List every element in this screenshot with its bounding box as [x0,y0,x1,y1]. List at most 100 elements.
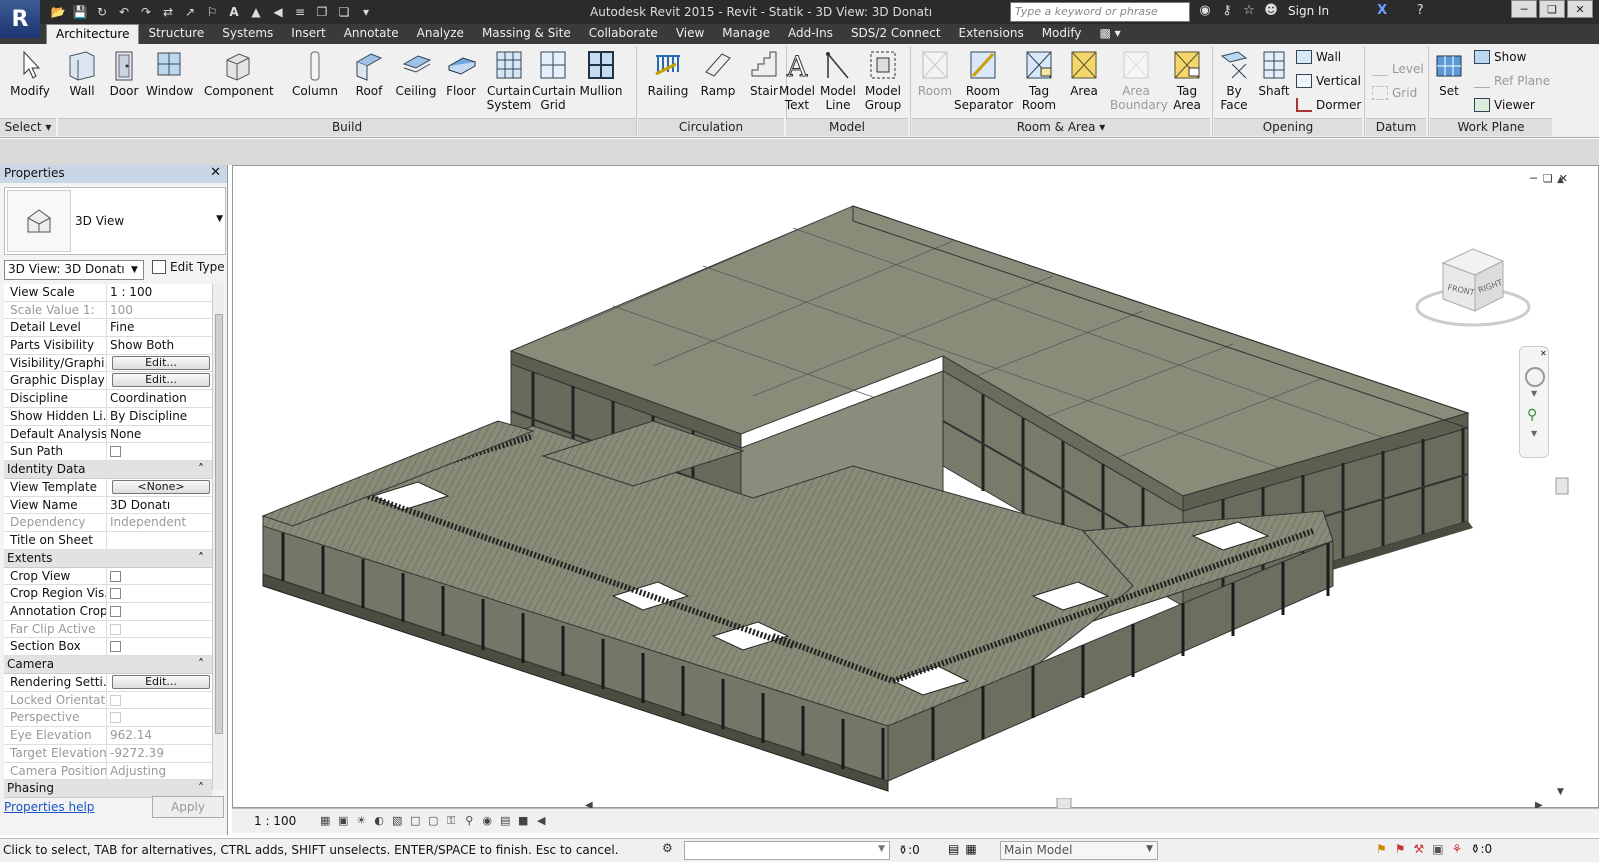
curtain-grid-button[interactable]: Curtain Grid [532,48,576,112]
property-checkbox[interactable] [110,570,121,582]
tab-sds2-connect[interactable]: SDS/2 Connect [842,24,950,44]
rendering-icon[interactable]: ▧ [388,814,406,828]
close-icon[interactable]: ✕ [1567,0,1593,18]
viewer-button[interactable]: Viewer [1474,98,1535,112]
show-workplane-button[interactable]: Show [1474,50,1526,64]
sun-path-icon[interactable]: ☀ [352,814,370,828]
select-pinned-icon[interactable]: ⚒ [1414,842,1425,856]
restore-icon[interactable]: ❏ [1539,0,1565,18]
group-extents[interactable]: Extents ˄ [4,549,212,568]
ceiling-button[interactable]: Ceiling [394,48,438,98]
shaft-button[interactable]: Shaft [1254,48,1294,98]
tab-view[interactable]: View [667,24,713,44]
area-button[interactable]: Area [1064,48,1104,98]
viewcube[interactable]: FRONT RIGHT [1413,241,1533,331]
redo-icon[interactable]: ↷ [136,3,156,21]
column-button[interactable]: Column [290,48,340,98]
chevron-left-icon[interactable]: ◀ [532,814,550,828]
key-icon[interactable]: ⚷ [1218,3,1236,18]
section-icon[interactable]: ◀ [268,3,288,21]
thin-lines-icon[interactable]: ≡ [290,3,310,21]
door-button[interactable]: Door [106,48,142,98]
exclude-options-icon[interactable]: ▦ [965,842,976,856]
tab-collaborate[interactable]: Collaborate [580,24,667,44]
scrollbar-thumb[interactable] [215,314,223,734]
panel-select[interactable]: Select ▾ [0,118,56,136]
switch-windows-icon[interactable]: ❏ [334,3,354,21]
property-value[interactable]: Show Both [107,337,212,354]
tab-insert[interactable]: Insert [282,24,334,44]
collapse-icon[interactable]: ˄ [198,656,204,673]
property-checkbox[interactable] [110,641,121,653]
user-icon[interactable]: ☻ [1262,3,1280,18]
close-hidden-icon[interactable]: ❐ [312,3,332,21]
sync-icon[interactable]: ↻ [92,3,112,21]
dimension-icon[interactable]: ↗ [180,3,200,21]
curtain-system-button[interactable]: Curtain System [486,48,532,112]
panel-room-area[interactable]: Room & Area ▾ [912,118,1210,136]
vertical-scrollbar[interactable]: ▲ ▼ [1555,172,1569,797]
room-separator-button[interactable]: Room Separator [954,48,1013,112]
workset-dropdown[interactable]: ▼ [684,841,890,860]
modify-button[interactable]: Modify [8,48,52,98]
3d-viewport[interactable]: ─ ❏ ✕ FRONT RIGHT ✕ ▼ ⚲ ▼ ◀ ▶ ▲ ▼ [232,165,1599,810]
property-value[interactable] [107,532,212,549]
instance-selector[interactable]: 3D View: 3D Donatı [4,260,144,280]
tab-structure[interactable]: Structure [139,24,213,44]
tab-annotate[interactable]: Annotate [335,24,408,44]
worksets-icon[interactable]: ⚙ [662,841,682,859]
save-icon[interactable]: 💾 [70,3,90,21]
default-3d-icon[interactable]: ▲ [246,3,266,21]
undo-icon[interactable]: ↶ [114,3,134,21]
hide-isolate-icon[interactable]: ⚲ [460,814,478,828]
group-identity-data[interactable]: Identity Data ˄ [4,460,212,479]
reveal-hidden-icon[interactable]: ◉ [478,814,496,828]
property-value[interactable]: By Discipline [107,408,212,425]
show-crop-icon[interactable]: ▢ [424,814,442,828]
property-value[interactable]: Coordination [107,390,212,407]
tab-systems[interactable]: Systems [213,24,282,44]
property-checkbox[interactable] [110,606,121,617]
tab-modify[interactable]: Modify [1033,24,1091,44]
design-options-icon[interactable]: ▤ [948,842,959,856]
tab-extensions[interactable]: Extensions [950,24,1033,44]
chevron-down-icon[interactable]: ▼ [1531,429,1537,438]
model-line-button[interactable]: Model Line [818,48,858,112]
binoculars-icon[interactable]: ◉ [1196,3,1214,18]
collapse-icon[interactable]: ˄ [198,550,204,567]
room-button[interactable]: Room [914,48,956,98]
open-icon[interactable]: 📂 [48,3,68,21]
property-value[interactable]: 1 : 100 [107,284,212,301]
sign-in-link[interactable]: Sign In [1288,4,1329,18]
tag-room-button[interactable]: Tag Room [1018,48,1060,112]
by-face-button[interactable]: By Face [1214,48,1254,112]
wall-opening-button[interactable]: Wall [1296,50,1341,64]
model-group-button[interactable]: Model Group [862,48,904,112]
shadows-icon[interactable]: ◐ [370,814,388,828]
text-icon[interactable]: A [224,3,244,21]
editable-only-indicator[interactable]: ⚱:0 [898,843,920,857]
properties-scrollbar[interactable] [212,284,224,790]
select-underlay-icon[interactable]: ⚑ [1395,842,1406,856]
type-selector[interactable]: 3D View ▼ [4,187,226,255]
exchange-icon[interactable]: X [1373,3,1391,18]
area-boundary-button[interactable]: Area Boundary [1110,48,1168,112]
apply-button[interactable]: Apply [152,796,224,818]
star-icon[interactable]: ☆ [1240,3,1258,18]
group-camera[interactable]: Camera ˄ [4,656,212,675]
close-icon[interactable]: ✕ [1540,349,1547,358]
tab-architecture[interactable]: Architecture [46,24,140,44]
property-edit-button[interactable]: Edit... [112,373,210,388]
building-model[interactable] [233,166,1593,796]
chevron-down-icon[interactable]: ▼ [216,214,223,224]
vertical-opening-button[interactable]: Vertical [1296,74,1361,88]
railing-button[interactable]: Railing [644,48,692,98]
level-button[interactable]: Level [1372,62,1424,76]
component-button[interactable]: Component [204,48,274,98]
grid-button[interactable]: Grid [1372,86,1417,100]
property-value[interactable]: Fine [107,319,212,336]
property-value[interactable]: None [107,426,212,443]
help-icon[interactable]: ? [1411,3,1429,18]
zoom-icon[interactable]: ⚲ [1527,407,1537,423]
edit-type-button[interactable]: Edit Type [152,260,225,274]
